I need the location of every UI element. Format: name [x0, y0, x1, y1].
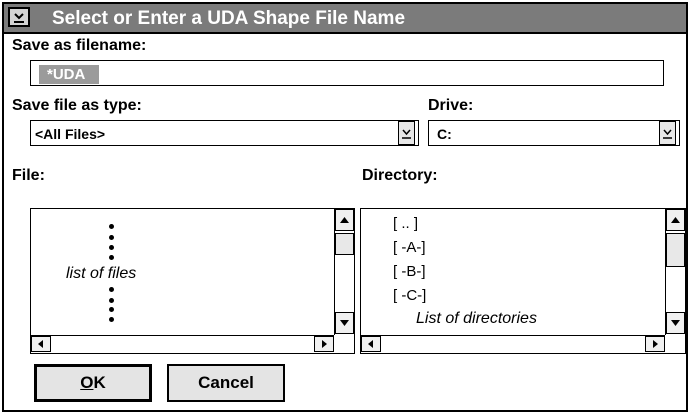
file-list-label: File:: [12, 167, 45, 184]
cancel-button[interactable]: Cancel: [167, 364, 285, 402]
directory-list-horizontal-scrollbar[interactable]: [361, 335, 665, 352]
directory-item[interactable]: [ -A-]: [393, 239, 426, 256]
system-menu-button[interactable]: [8, 7, 30, 27]
scroll-down-button[interactable]: [666, 312, 685, 334]
file-type-dropdown[interactable]: <All Files>: [30, 120, 419, 146]
scroll-up-button[interactable]: [335, 209, 354, 231]
chevron-down-underline-icon: [663, 129, 672, 139]
scroll-left-button[interactable]: [361, 336, 381, 352]
directory-item[interactable]: [ -B-]: [393, 263, 426, 280]
triangle-up-icon: [671, 217, 680, 223]
directory-list-placeholder: List of directories: [416, 310, 537, 327]
scroll-right-button[interactable]: [314, 336, 334, 352]
title-bar: Select or Enter a UDA Shape File Name: [4, 4, 686, 34]
chevron-down-underline-icon: [14, 13, 24, 23]
scroll-thumb[interactable]: [666, 233, 685, 267]
file-list-vertical-scrollbar[interactable]: [334, 209, 354, 335]
triangle-left-icon: [368, 340, 373, 348]
ok-mnemonic: O: [80, 373, 94, 392]
file-type-label: Save file as type:: [12, 97, 142, 114]
drive-label: Drive:: [428, 97, 474, 114]
drive-dropdown[interactable]: C:: [428, 120, 680, 146]
directory-item[interactable]: [ -C-]: [393, 287, 426, 304]
triangle-left-icon: [38, 340, 43, 348]
file-list-horizontal-scrollbar[interactable]: [31, 335, 334, 352]
scroll-left-button[interactable]: [31, 336, 51, 352]
directory-list-vertical-scrollbar[interactable]: [665, 209, 685, 335]
triangle-up-icon: [340, 217, 349, 223]
drive-value: C:: [437, 126, 452, 142]
scroll-thumb[interactable]: [335, 233, 354, 255]
file-list[interactable]: list of files: [30, 208, 355, 354]
directory-list[interactable]: [ .. ] [ -A-] [ -B-] [ -C-] List of dire…: [360, 208, 686, 354]
save-as-label: Save as filename:: [12, 37, 147, 54]
triangle-down-icon: [671, 320, 680, 326]
ok-label-rest: K: [93, 373, 106, 392]
scroll-up-button[interactable]: [666, 209, 685, 231]
file-type-dropdown-button[interactable]: [398, 121, 415, 145]
scroll-down-button[interactable]: [335, 312, 354, 334]
dialog-title: Select or Enter a UDA Shape File Name: [52, 8, 406, 29]
filename-input[interactable]: *UDA: [30, 60, 664, 86]
chevron-down-underline-icon: [402, 129, 411, 139]
directory-list-label: Directory:: [362, 167, 438, 184]
file-list-placeholder: list of files: [66, 265, 137, 282]
file-type-value: <All Files>: [35, 126, 106, 142]
filename-value: *UDA: [39, 65, 100, 84]
ok-button[interactable]: OK: [34, 364, 152, 402]
drive-dropdown-button[interactable]: [659, 121, 676, 145]
save-file-dialog: Select or Enter a UDA Shape File Name Sa…: [2, 2, 688, 412]
directory-item[interactable]: [ .. ]: [393, 215, 418, 232]
triangle-right-icon: [322, 340, 327, 348]
triangle-right-icon: [653, 340, 658, 348]
triangle-down-icon: [340, 320, 349, 326]
scroll-right-button[interactable]: [645, 336, 665, 352]
